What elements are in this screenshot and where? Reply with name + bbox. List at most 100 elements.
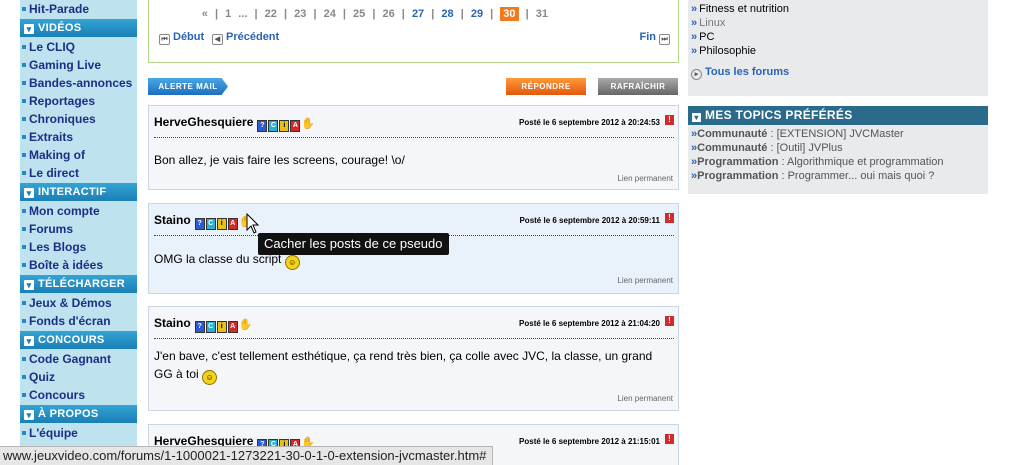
hide-posts-icon[interactable]: ✋ <box>239 320 253 331</box>
sidebar-item-code-gagnant[interactable]: Code Gagnant <box>20 350 137 368</box>
sidebar-header-interactif[interactable]: ▾ Interactif <box>20 183 137 201</box>
sidebar-nav: Hit-Parade ▾ Vidéos Le CLIQ Gaming Live B… <box>20 0 137 464</box>
sidebar-item-chroniques[interactable]: Chroniques <box>20 110 137 128</box>
post-date: Posté le 6 septembre 2012 à 20:24:53 <box>519 118 660 127</box>
first-page-icon: ⏮ <box>159 34 170 45</box>
forum-link[interactable]: » PC <box>691 31 714 43</box>
report-icon[interactable]: ! <box>665 434 674 444</box>
author-name[interactable]: HerveGhesquiere <box>154 115 253 129</box>
hide-posts-icon[interactable]: ✋ <box>301 119 315 130</box>
forum-link-label: Linux <box>699 17 726 29</box>
post-author: Staino? Ci A ✋ <box>154 316 252 333</box>
sidebar-item-hit-parade[interactable]: Hit-Parade <box>20 0 137 18</box>
alert-moderator-icon[interactable]: A <box>227 218 238 230</box>
help-icon[interactable]: ? <box>194 218 205 230</box>
forum-link[interactable]: » Fitness et nutrition <box>691 3 789 15</box>
sidebar-item-reportages[interactable]: Reportages <box>20 92 137 110</box>
sidebar-item-concours[interactable]: Concours <box>20 386 137 404</box>
pager-first-symbol[interactable]: « <box>202 8 208 20</box>
author-icons: ? Ci A ✋ <box>194 317 253 333</box>
pager-debut-label: Début <box>173 31 205 43</box>
sidebar-item-gaming-live[interactable]: Gaming Live <box>20 56 137 74</box>
pager-page[interactable]: 24 <box>324 8 336 20</box>
author-name[interactable]: Staino <box>154 316 191 330</box>
sidebar-header-a-propos[interactable]: ▾ À propos <box>20 405 137 423</box>
all-forums-link[interactable]: ▸ Tous les forums <box>691 66 789 80</box>
alert-mail-button[interactable]: Alerte mail <box>148 78 228 95</box>
pager-page[interactable]: 22 <box>265 8 277 20</box>
permalink[interactable]: Lien permanent <box>617 174 673 183</box>
help-icon[interactable]: ? <box>257 120 268 132</box>
pager-debut-link[interactable]: ⏮ Début <box>159 31 204 45</box>
topic-title: [EXTENSION] JVCMaster <box>776 128 904 140</box>
pager-page[interactable]: 27 <box>412 8 424 20</box>
pager-precedent-label: Précédent <box>226 31 280 43</box>
sidebar-header-label: À propos <box>38 408 99 420</box>
info-icon[interactable]: i <box>216 321 227 333</box>
favorite-topic-link[interactable]: »Communauté : [Outil] JVPlus <box>691 142 843 154</box>
author-name[interactable]: Staino <box>154 213 191 227</box>
sidebar-item-equipe[interactable]: L'équipe <box>20 424 137 442</box>
pagination: « | 1 ... | 22 | 23 | 24 | 25 | 26 | 27 … <box>201 7 548 21</box>
arrow-down-icon: ▾ <box>692 113 701 122</box>
cdv-icon[interactable]: C <box>205 218 216 230</box>
favorite-topics-title[interactable]: ▾ MES TOPICS PRÉFÉRÉS <box>688 106 988 125</box>
pager-fin-link[interactable]: Fin ⏭ <box>640 31 670 45</box>
sidebar-item-fonds-ecran[interactable]: Fonds d'écran <box>20 312 137 330</box>
sidebar-item-le-cliq[interactable]: Le CLIQ <box>20 38 137 56</box>
info-icon[interactable]: i <box>279 120 290 132</box>
sidebar-header-label: Interactif <box>38 186 107 198</box>
sidebar-item-making-of[interactable]: Making of <box>20 146 137 164</box>
sidebar-item-boite-a-idees[interactable]: Boîte à idées <box>20 256 137 274</box>
alert-moderator-icon[interactable]: A <box>290 120 301 132</box>
pager-current-page: 30 <box>500 7 519 21</box>
pager-precedent-link[interactable]: ◀ Précédent <box>212 31 279 45</box>
favorite-topic-link[interactable]: »Programmation : Programmer... oui mais … <box>691 170 934 182</box>
permalink[interactable]: Lien permanent <box>617 276 673 285</box>
browser-status-bar: www.jeuxvideo.com/forums/1-1000021-12732… <box>0 446 494 465</box>
favorite-topic-link[interactable]: »Communauté : [EXTENSION] JVCMaster <box>691 128 904 140</box>
pager-page[interactable]: 29 <box>471 8 483 20</box>
pager-page[interactable]: 28 <box>441 8 453 20</box>
sidebar-header-concours[interactable]: ▾ Concours <box>20 331 137 349</box>
info-icon[interactable]: i <box>216 218 227 230</box>
favorite-topic-link[interactable]: »Programmation : Algorithmique et progra… <box>691 156 944 168</box>
report-icon[interactable]: ! <box>665 115 674 125</box>
sidebar-header-telecharger[interactable]: ▾ Télécharger <box>20 275 137 293</box>
sidebar-item-bandes-annonces[interactable]: Bandes-annonces <box>20 74 137 92</box>
sidebar-item-mon-compte[interactable]: Mon compte <box>20 202 137 220</box>
sidebar-item-le-direct[interactable]: Le direct <box>20 164 137 182</box>
sidebar-header-videos[interactable]: ▾ Vidéos <box>20 19 137 37</box>
forum-link[interactable]: » Linux <box>691 17 725 29</box>
topic-category: Communauté <box>697 142 768 154</box>
refresh-button[interactable]: Rafraîchir <box>598 78 678 95</box>
pager-page[interactable]: 1 <box>225 8 231 20</box>
forum-link-label: Philosophie <box>699 45 756 57</box>
topic-category: Communauté <box>697 128 768 140</box>
post-date: Posté le 6 septembre 2012 à 20:59:11 <box>519 216 660 225</box>
sidebar-item-quiz[interactable]: Quiz <box>20 368 137 386</box>
report-icon[interactable]: ! <box>665 316 674 326</box>
forum-link[interactable]: » Philosophie <box>691 45 756 57</box>
sidebar-item-forums[interactable]: Forums <box>20 220 137 238</box>
alert-moderator-icon[interactable]: A <box>227 321 238 333</box>
post-date: Posté le 6 septembre 2012 à 21:15:01 <box>519 437 660 446</box>
pager-page[interactable]: 31 <box>536 8 548 20</box>
forum-list-box: » Fitness et nutrition » Linux » PC » Philos… <box>688 0 988 96</box>
pager-page[interactable]: 23 <box>294 8 306 20</box>
sidebar-item-extraits[interactable]: Extraits <box>20 128 137 146</box>
sidebar-item-les-blogs[interactable]: Les Blogs <box>20 238 137 256</box>
cdv-icon[interactable]: C <box>268 120 279 132</box>
arrow-right-icon: ▸ <box>691 69 702 80</box>
help-icon[interactable]: ? <box>194 321 205 333</box>
pager-page[interactable]: 26 <box>382 8 394 20</box>
reply-button[interactable]: Répondre <box>506 78 586 95</box>
cdv-icon[interactable]: C <box>205 321 216 333</box>
permalink[interactable]: Lien permanent <box>617 394 673 403</box>
report-icon[interactable]: ! <box>665 213 674 223</box>
forum-post: Staino? Ci A ✋ Posté le 6 septembre 2012 à … <box>148 306 679 411</box>
post-author: Staino? Ci A ✋ <box>154 213 252 230</box>
pager-page[interactable]: 25 <box>353 8 365 20</box>
sidebar-item-jeux-demos[interactable]: Jeux & Démos <box>20 294 137 312</box>
topic-title: [Outil] JVPlus <box>776 142 843 154</box>
